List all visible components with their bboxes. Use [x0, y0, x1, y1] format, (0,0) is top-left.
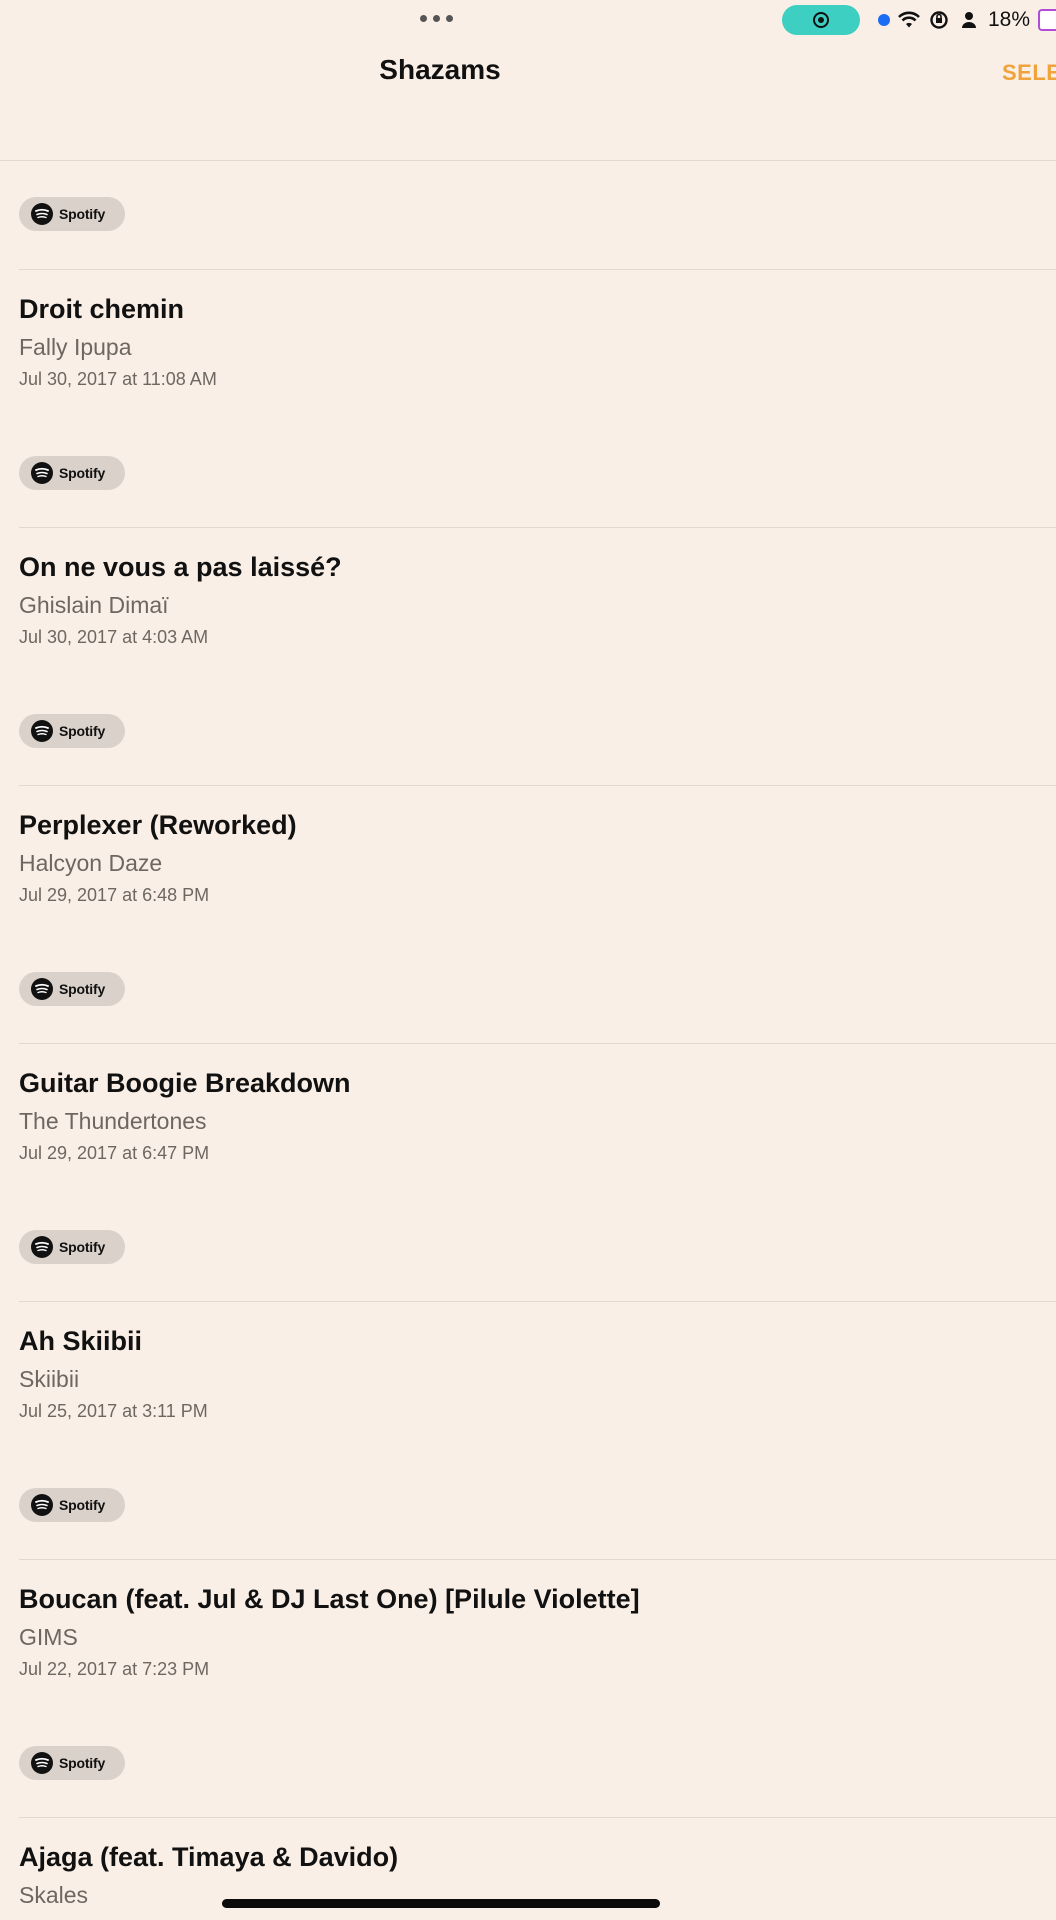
page-title: Shazams [379, 54, 501, 85]
orientation-lock-icon [928, 9, 950, 31]
battery-icon [1038, 9, 1056, 31]
song-artist: GIMS [19, 1624, 78, 1650]
song-date: Jul 29, 2017 at 6:47 PM [19, 1143, 210, 1163]
location-dot-icon [877, 14, 890, 26]
song-title: On ne vous a pas laissé? [19, 552, 342, 582]
song-title: Ah Skiibii [19, 1326, 143, 1356]
song-artist: The Thundertones [19, 1108, 207, 1134]
home-indicator[interactable] [222, 1899, 660, 1908]
song-title: Droit chemin [19, 294, 185, 324]
status-icons: 18% [781, 4, 1056, 36]
list-item[interactable]: Boucan (feat. Jul & DJ Last One) [Pilule… [19, 1560, 1056, 1818]
spotify-icon [31, 1494, 53, 1516]
spotify-icon [31, 978, 53, 1000]
multitasking-dots-icon[interactable] [420, 10, 460, 26]
spotify-label: Spotify [59, 1755, 106, 1771]
song-title: Perplexer (Reworked) [19, 810, 297, 840]
spotify-label: Spotify [59, 465, 106, 481]
select-button[interactable]: SELECT [1002, 60, 1056, 86]
spotify-button[interactable]: Spotify [19, 714, 125, 748]
song-date: Jul 22, 2017 at 7:23 PM [19, 1659, 210, 1679]
spotify-button[interactable]: Spotify [19, 456, 125, 490]
song-artist: Fally Ipupa [19, 334, 132, 360]
list-item[interactable]: Ah Skiibii Skiibii Jul 25, 2017 at 3:11 … [19, 1302, 1056, 1560]
status-bar: 18% [0, 0, 1056, 40]
spotify-icon [31, 720, 53, 742]
song-artist: Skales [19, 1882, 89, 1908]
list-item[interactable]: Spotify [19, 161, 1056, 270]
spotify-label: Spotify [59, 723, 106, 739]
list-item[interactable]: Droit chemin Fally Ipupa Jul 30, 2017 at… [19, 270, 1056, 528]
song-date: Jul 25, 2017 at 3:11 PM [19, 1401, 208, 1421]
shazam-list: Spotify Droit chemin Fally Ipupa Jul 30,… [0, 161, 1056, 1920]
song-date: Jul 29, 2017 at 6:48 PM [19, 885, 210, 905]
spotify-button[interactable]: Spotify [19, 1230, 125, 1264]
wifi-icon [898, 9, 920, 31]
list-item[interactable]: On ne vous a pas laissé? Ghislain Dimaï … [19, 528, 1056, 786]
song-title: Boucan (feat. Jul & DJ Last One) [Pilule… [19, 1584, 640, 1614]
spotify-icon [31, 203, 53, 225]
spotify-label: Spotify [59, 1239, 106, 1255]
spotify-icon [31, 1236, 53, 1258]
song-date: Jul 30, 2017 at 11:08 AM [19, 369, 217, 389]
shazams-screen: 18% Shazams SELECT Spotify Droit chemin … [0, 0, 1056, 1920]
song-artist: Ghislain Dimaï [19, 592, 169, 618]
song-title: Ajaga (feat. Timaya & Davido) [19, 1842, 399, 1872]
song-artist: Halcyon Daze [19, 850, 163, 876]
spotify-button[interactable]: Spotify [19, 197, 125, 231]
spotify-icon [31, 1752, 53, 1774]
spotify-button[interactable]: Spotify [19, 1746, 125, 1780]
song-title: Guitar Boogie Breakdown [19, 1068, 351, 1098]
spotify-label: Spotify [59, 206, 106, 222]
spotify-label: Spotify [59, 1497, 106, 1513]
spotify-button[interactable]: Spotify [19, 1488, 125, 1522]
song-date: Jul 30, 2017 at 4:03 AM [19, 627, 209, 647]
list-item[interactable]: Perplexer (Reworked) Halcyon Daze Jul 29… [19, 786, 1056, 1044]
screen-recording-indicator[interactable] [781, 5, 860, 35]
battery-percentage: 18% [987, 8, 1030, 31]
person-icon [958, 9, 980, 31]
spotify-label: Spotify [59, 981, 106, 997]
song-artist: Skiibii [19, 1366, 80, 1392]
spotify-icon [31, 462, 53, 484]
spotify-button[interactable]: Spotify [19, 972, 125, 1006]
list-item[interactable]: Guitar Boogie Breakdown The Thundertones… [19, 1044, 1056, 1302]
